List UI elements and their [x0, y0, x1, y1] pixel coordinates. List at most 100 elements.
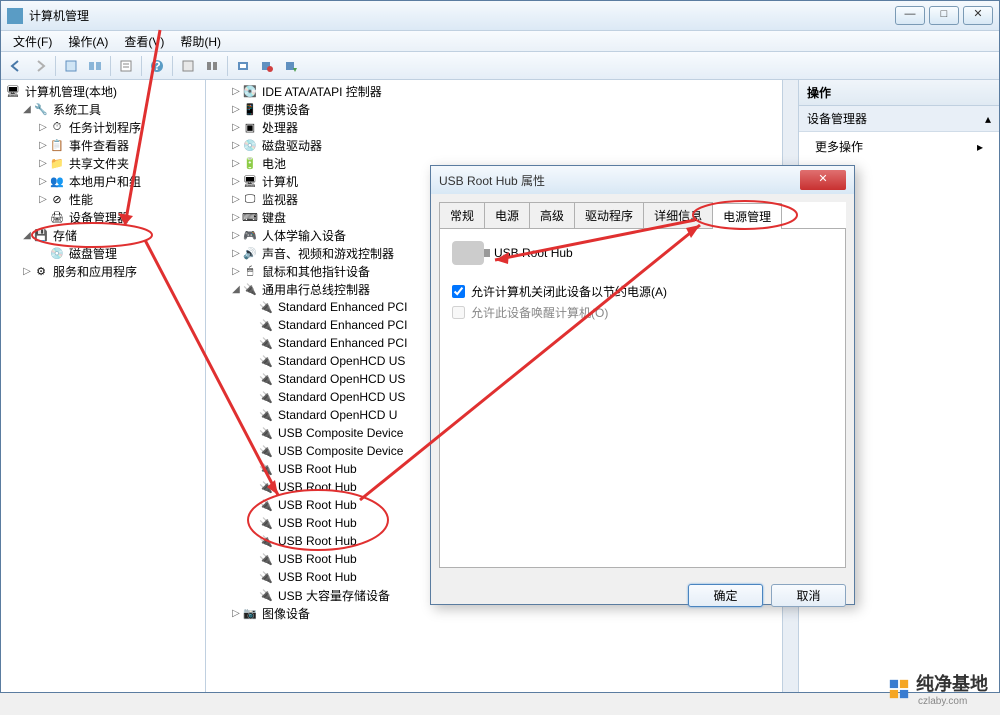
forward-button[interactable]	[29, 55, 51, 77]
tree-performance[interactable]: ▷⊘性能	[35, 190, 203, 208]
expander-icon[interactable]: ▷	[230, 158, 242, 169]
expander-icon[interactable]: ▷	[37, 140, 49, 151]
tree-device-manager[interactable]: 🖨设备管理器	[35, 208, 203, 226]
device-category[interactable]: ▷📱便携设备	[228, 100, 796, 118]
expander-icon[interactable]: ▷	[230, 194, 242, 205]
tree-disk-management[interactable]: 💿磁盘管理	[35, 244, 203, 262]
tree-local-users[interactable]: ▷👥本地用户和组	[35, 172, 203, 190]
window-controls: — □ ✕	[895, 6, 993, 25]
expander-icon[interactable]: ▷	[37, 194, 49, 205]
expander-icon[interactable]: ◢	[21, 230, 33, 241]
svg-text:?: ?	[153, 59, 160, 73]
device-category-label: 人体学输入设备	[262, 227, 346, 244]
usb-device-icon: 🔌	[258, 533, 274, 549]
cancel-button[interactable]: 取消	[771, 584, 846, 607]
tree-task-scheduler[interactable]: ▷⏱任务计划程序	[35, 118, 203, 136]
toolbar-update-icon[interactable]	[280, 55, 302, 77]
expander-icon[interactable]: ▷	[230, 248, 242, 259]
device-icon: ⌨	[242, 209, 258, 225]
menu-view[interactable]: 查看(V)	[116, 31, 172, 52]
device-icon: 🎮	[242, 227, 258, 243]
tree-item-label: 任务计划程序	[69, 119, 141, 136]
expander-icon[interactable]: ◢	[21, 104, 33, 115]
system-tools-label: 系统工具	[53, 101, 101, 118]
expander-icon[interactable]: ▷	[37, 158, 49, 169]
device-category-label: 磁盘驱动器	[262, 137, 322, 154]
expander-icon[interactable]: ▷	[230, 212, 242, 223]
dialog-tab[interactable]: 电源	[484, 202, 530, 228]
expander-icon[interactable]: ▷	[230, 266, 242, 277]
toolbar-icon-4[interactable]	[201, 55, 223, 77]
checkbox-allow-power-off[interactable]: 允许计算机关闭此设备以节约电源(A)	[452, 283, 833, 300]
expander-icon[interactable]: ▷	[230, 104, 242, 115]
close-button[interactable]: ✕	[963, 6, 993, 25]
more-actions-item[interactable]: 更多操作 ▸	[799, 132, 999, 161]
dialog-tab[interactable]: 详细信息	[643, 202, 713, 228]
usb-device-label: USB Root Hub	[278, 462, 357, 476]
expander-icon[interactable]: ▷	[37, 176, 49, 187]
expander-icon[interactable]: ▷	[230, 86, 242, 97]
actions-section[interactable]: 设备管理器 ▴	[799, 106, 999, 132]
ok-button[interactable]: 确定	[688, 584, 763, 607]
toolbar-scan-icon[interactable]	[232, 55, 254, 77]
dialog-tab[interactable]: 电源管理	[712, 203, 782, 229]
expander-icon[interactable]: ▷	[230, 122, 242, 133]
expander-icon[interactable]: ▷	[37, 122, 49, 133]
tree-item-label: 设备管理器	[69, 209, 129, 226]
toolbar-icon-2[interactable]	[84, 55, 106, 77]
expander-icon[interactable]: ▷	[230, 176, 242, 187]
dialog-tab[interactable]: 常规	[439, 202, 485, 228]
checkbox-input-2	[452, 306, 465, 319]
expander-icon[interactable]: ▷	[21, 266, 33, 277]
clock-icon: ⏱	[49, 119, 65, 135]
device-category[interactable]: ▷▣处理器	[228, 118, 796, 136]
expander-icon[interactable]: ◢	[230, 284, 242, 295]
toolbar-help-icon[interactable]: ?	[146, 55, 168, 77]
device-category[interactable]: ▷💽IDE ATA/ATAPI 控制器	[228, 82, 796, 100]
tree-services[interactable]: ▷ ⚙ 服务和应用程序	[19, 262, 203, 280]
toolbar-properties-icon[interactable]	[115, 55, 137, 77]
menu-action[interactable]: 操作(A)	[60, 31, 116, 52]
window-title: 计算机管理	[29, 7, 89, 24]
usb-device-icon: 🔌	[258, 551, 274, 567]
expander-icon[interactable]: ▷	[230, 140, 242, 151]
left-pane[interactable]: 🖥 计算机管理(本地) ◢ 🔧 系统工具 ▷⏱任务计划程序 ▷📋事件查看器 ▷📁…	[1, 80, 206, 692]
toolbar-uninstall-icon[interactable]	[256, 55, 278, 77]
checkbox-allow-wake: 允许此设备唤醒计算机(O)	[452, 304, 833, 321]
device-icon: 📱	[242, 101, 258, 117]
usb-device-icon: 🔌	[258, 569, 274, 585]
usb-device-label: USB Composite Device	[278, 426, 403, 440]
usb-device-label: Standard OpenHCD US	[278, 354, 405, 368]
dialog-tab[interactable]: 高级	[529, 202, 575, 228]
minimize-button[interactable]: —	[895, 6, 925, 25]
tree-storage[interactable]: ◢ 💾 存储	[19, 226, 203, 244]
device-icon: 🔊	[242, 245, 258, 261]
device-category[interactable]: ▷💿磁盘驱动器	[228, 136, 796, 154]
tree-system-tools[interactable]: ◢ 🔧 系统工具	[19, 100, 203, 118]
tree-shared-folders[interactable]: ▷📁共享文件夹	[35, 154, 203, 172]
menu-file[interactable]: 文件(F)	[5, 31, 60, 52]
dialog-tab[interactable]: 驱动程序	[574, 202, 644, 228]
expander-icon[interactable]: ▷	[230, 608, 242, 619]
tree-root[interactable]: 🖥 计算机管理(本地)	[3, 82, 203, 100]
usb-device-icon: 🔌	[258, 461, 274, 477]
back-button[interactable]	[5, 55, 27, 77]
watermark-text: 纯净基地	[916, 670, 988, 696]
usb-device-icon: 🔌	[258, 443, 274, 459]
menu-help[interactable]: 帮助(H)	[172, 31, 229, 52]
maximize-button[interactable]: □	[929, 6, 959, 25]
tree-event-viewer[interactable]: ▷📋事件查看器	[35, 136, 203, 154]
dialog-titlebar[interactable]: USB Root Hub 属性 ✕	[431, 166, 854, 194]
dialog-title: USB Root Hub 属性	[439, 172, 800, 189]
toolbar-icon-3[interactable]	[177, 55, 199, 77]
chevron-right-icon: ▸	[977, 140, 983, 154]
device-category-label: 便携设备	[262, 101, 310, 118]
checkbox-input-1[interactable]	[452, 285, 465, 298]
device-category-label: 监视器	[262, 191, 298, 208]
usb-device-label: USB Root Hub	[278, 570, 357, 584]
usb-device-label: Standard Enhanced PCI	[278, 336, 407, 350]
dialog-close-button[interactable]: ✕	[800, 170, 846, 190]
expander-icon[interactable]: ▷	[230, 230, 242, 241]
toolbar-icon-1[interactable]	[60, 55, 82, 77]
usb-device-icon: 🔌	[258, 335, 274, 351]
